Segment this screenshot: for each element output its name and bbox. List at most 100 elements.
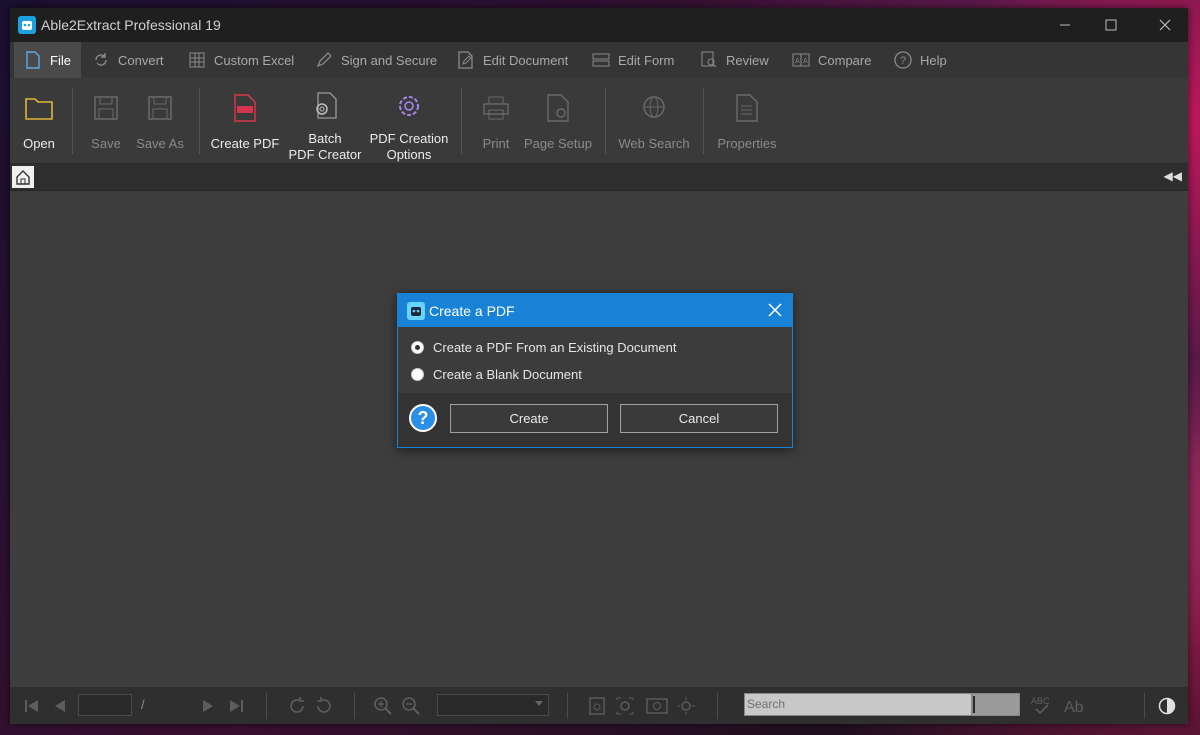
view-single-page-icon[interactable] xyxy=(586,695,608,717)
page-setup-button[interactable]: Page Setup xyxy=(522,78,594,163)
view-actual-size-icon[interactable] xyxy=(675,695,697,717)
svg-text:A: A xyxy=(803,58,808,65)
app-title: Able2Extract Professional 19 xyxy=(41,17,221,33)
view-fit-width-icon[interactable] xyxy=(614,695,636,717)
create-pdf-button[interactable]: Create PDF xyxy=(210,78,280,163)
page-setup-label: Page Setup xyxy=(524,136,592,151)
chevron-down-icon xyxy=(535,701,543,706)
web-search-label: Web Search xyxy=(618,136,690,151)
collapse-panel-icon[interactable]: ◀◀ xyxy=(1164,169,1182,183)
page-number-input[interactable] xyxy=(78,694,132,716)
help-circle-icon: ? xyxy=(894,51,912,69)
menu-review[interactable]: Review xyxy=(700,42,769,78)
contrast-toggle-icon[interactable] xyxy=(1156,695,1178,717)
convert-icon xyxy=(92,51,110,69)
file-icon xyxy=(24,51,42,69)
zoom-in-icon[interactable] xyxy=(372,695,394,717)
dialog-title-bar: Create a PDF xyxy=(398,294,792,327)
help-button[interactable]: ? xyxy=(409,404,437,432)
next-page-icon[interactable] xyxy=(198,695,218,717)
open-button[interactable]: Open xyxy=(18,78,60,163)
maximize-button[interactable] xyxy=(1088,8,1134,42)
title-bar: Able2Extract Professional 19 xyxy=(10,8,1188,42)
menu-help[interactable]: ? Help xyxy=(894,42,947,78)
save-button[interactable]: Save xyxy=(86,78,126,163)
option-blank-label: Create a Blank Document xyxy=(433,366,582,382)
dialog-close-icon[interactable] xyxy=(766,301,784,319)
menu-edit-form[interactable]: Edit Form xyxy=(592,42,674,78)
print-button[interactable]: Print xyxy=(476,78,516,163)
properties-button[interactable]: Properties xyxy=(714,78,780,163)
first-page-icon[interactable] xyxy=(22,695,42,717)
home-icon xyxy=(16,170,30,185)
option-existing-document[interactable]: Create a PDF From an Existing Document xyxy=(411,337,676,357)
option-existing-label: Create a PDF From an Existing Document xyxy=(433,339,677,355)
menu-review-label: Review xyxy=(726,52,769,68)
dialog-body: Create a PDF From an Existing Document C… xyxy=(398,327,792,393)
create-button[interactable]: Create xyxy=(450,404,608,433)
app-logo-icon xyxy=(407,302,425,320)
search-input[interactable]: Search xyxy=(744,693,972,716)
radio-existing[interactable] xyxy=(411,340,424,354)
print-label: Print xyxy=(482,136,510,151)
dialog-footer: ? Create Cancel xyxy=(398,393,792,447)
toolbar-separator xyxy=(354,693,355,719)
menu-custom-excel[interactable]: Custom Excel xyxy=(188,42,294,78)
save-as-label: Save As xyxy=(136,136,184,151)
toolbar-separator xyxy=(567,693,568,719)
match-case-icon[interactable]: Ab xyxy=(1063,695,1087,717)
minimize-button[interactable] xyxy=(1042,8,1088,42)
printer-icon xyxy=(476,88,516,128)
home-tab[interactable] xyxy=(12,166,34,188)
web-search-button[interactable]: Web Search xyxy=(616,78,692,163)
menu-sign-and-secure-label: Sign and Secure xyxy=(341,52,438,68)
dialog-title: Create a PDF xyxy=(429,303,515,319)
option-blank-document[interactable]: Create a Blank Document xyxy=(411,364,582,384)
menu-sign-and-secure[interactable]: Sign and Secure xyxy=(315,42,437,78)
menu-convert-label: Convert xyxy=(118,52,164,68)
cancel-button[interactable]: Cancel xyxy=(620,404,778,433)
pdf-creation-options-button[interactable]: PDF Creation Options xyxy=(368,78,450,163)
zoom-out-icon[interactable] xyxy=(400,695,422,717)
batch-pdf-creator-button[interactable]: Batch PDF Creator xyxy=(286,78,364,163)
page-separator: / xyxy=(141,697,145,712)
ribbon-toolbar: Open Save Save As Create PDF Batch PDF C… xyxy=(10,78,1188,164)
page-setup-icon xyxy=(538,88,578,128)
toolbar-separator xyxy=(717,693,718,719)
last-page-icon[interactable] xyxy=(226,695,246,717)
radio-blank[interactable] xyxy=(411,367,424,381)
menu-convert[interactable]: Convert xyxy=(92,42,164,78)
open-label: Open xyxy=(23,136,55,151)
ribbon-separator xyxy=(461,88,462,154)
pen-icon xyxy=(315,51,333,69)
zoom-level-select[interactable] xyxy=(437,694,549,716)
batch-gear-icon xyxy=(305,88,345,123)
menu-custom-excel-label: Custom Excel xyxy=(214,52,295,68)
menu-compare[interactable]: AA Compare xyxy=(792,42,871,78)
pdf-options-label: PDF Creation Options xyxy=(369,131,449,162)
toolbar-separator xyxy=(1144,693,1145,719)
folder-icon xyxy=(19,88,59,128)
batch-label: Batch PDF Creator xyxy=(288,131,362,162)
search-button[interactable] xyxy=(972,693,1020,716)
form-icon xyxy=(592,51,610,69)
menu-file[interactable]: File xyxy=(14,42,81,78)
ribbon-separator xyxy=(703,88,704,154)
view-fit-page-icon[interactable] xyxy=(646,695,668,717)
svg-text:Ab: Ab xyxy=(1064,699,1084,716)
menu-bar: File Convert Custom Excel Sign and Secur… xyxy=(10,42,1188,79)
globe-icon xyxy=(634,88,674,128)
rotate-clockwise-icon[interactable] xyxy=(286,695,308,717)
grid-icon xyxy=(188,51,206,69)
rotate-counterclockwise-icon[interactable] xyxy=(313,695,335,717)
menu-help-label: Help xyxy=(920,52,947,68)
toolbar-separator xyxy=(266,693,267,719)
ribbon-separator xyxy=(72,88,73,154)
close-window-button[interactable] xyxy=(1142,8,1188,42)
spell-check-icon[interactable]: ABC xyxy=(1030,695,1054,717)
document-tab-strip: ◀◀ xyxy=(10,164,1188,191)
create-pdf-icon xyxy=(225,88,265,128)
previous-page-icon[interactable] xyxy=(50,695,70,717)
menu-edit-document[interactable]: Edit Document xyxy=(457,42,568,78)
save-as-button[interactable]: Save As xyxy=(134,78,186,163)
